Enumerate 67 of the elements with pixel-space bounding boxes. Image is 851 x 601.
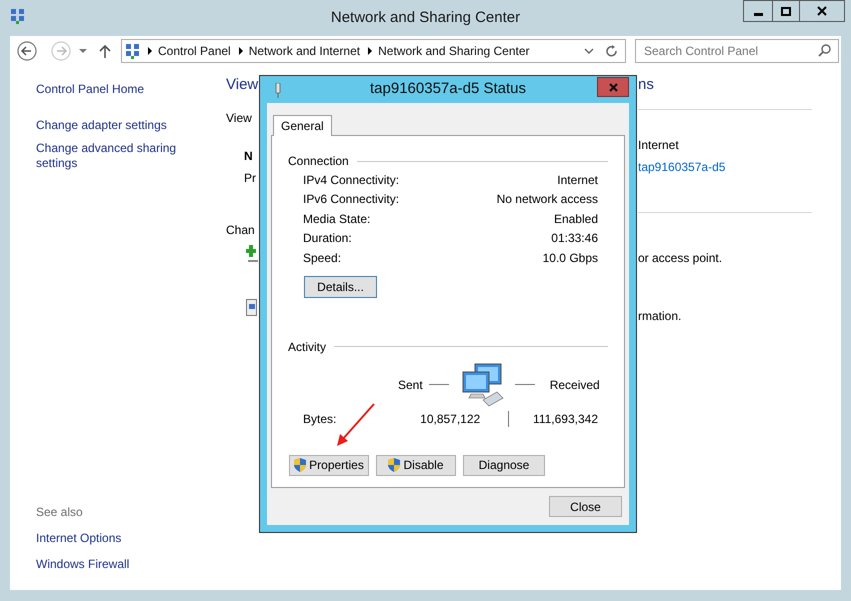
- chevron-icon: [368, 47, 372, 55]
- close-icon: [608, 82, 618, 92]
- page-heading: View: [226, 75, 258, 95]
- network-icon[interactable]: [246, 298, 258, 316]
- section-label: View: [226, 110, 252, 126]
- field-label: IPv4 Connectivity:: [303, 172, 400, 189]
- network-name: N: [244, 148, 253, 164]
- up-icon[interactable]: [99, 44, 111, 58]
- sidebar-link[interactable]: Change adapter settings: [36, 118, 196, 133]
- field-label: IPv6 Connectivity:: [303, 191, 400, 208]
- sidebar-link[interactable]: Windows Firewall: [36, 555, 130, 573]
- chevron-icon: [148, 47, 152, 55]
- see-also-label: See also: [36, 504, 84, 521]
- maximize-icon: [781, 6, 791, 16]
- field-value: Internet: [557, 172, 598, 189]
- breadcrumb-item[interactable]: Network and Sharing Center: [378, 42, 530, 60]
- dropdown-icon[interactable]: [584, 48, 594, 54]
- description-text: or access point.: [638, 250, 722, 266]
- field-label: Duration:: [303, 230, 352, 248]
- action-button[interactable]: Diagnose: [463, 454, 545, 476]
- breadcrumb-item[interactable]: Network and Internet: [248, 42, 360, 60]
- field-value: No network access: [496, 191, 598, 208]
- annotation-arrow: [337, 403, 377, 447]
- sidebar-link[interactable]: Control Panel Home: [36, 82, 196, 97]
- dialog-title: tap9160357a-d5 Status: [370, 79, 526, 100]
- action-button[interactable]: Disable: [376, 454, 456, 476]
- search-icon: [818, 44, 831, 57]
- field-label: Bytes:: [303, 410, 336, 428]
- received-label: Received: [550, 376, 600, 394]
- plug-icon: [274, 83, 282, 98]
- sent-bytes: 10,857,122: [419, 410, 480, 428]
- field-value: Enabled: [554, 210, 598, 228]
- sent-label: Sent: [398, 376, 423, 394]
- network-icon: [125, 43, 140, 59]
- field-value: 01:33:46: [551, 230, 598, 248]
- window-title: Network and Sharing Center: [330, 8, 520, 28]
- group-label: Connection: [288, 153, 349, 170]
- network-icon: [10, 8, 25, 24]
- close-button[interactable]: [800, 0, 845, 22]
- chevron-icon: [238, 47, 243, 55]
- section-label: Chan: [226, 222, 255, 238]
- dropdown-icon[interactable]: [79, 49, 87, 53]
- close-icon: [817, 6, 827, 16]
- minimize-icon: [754, 12, 762, 16]
- action-button[interactable]: Properties: [289, 454, 369, 476]
- page-heading: ns: [638, 75, 654, 95]
- address-bar[interactable]: Control Panel Network and Internet Network and Sharing Center: [121, 39, 626, 63]
- field-value: 10.0 Gbps: [542, 250, 598, 267]
- network-type: Pr: [244, 170, 256, 186]
- search-field[interactable]: Search Control Panel: [635, 39, 839, 63]
- access-type: Internet: [638, 136, 679, 154]
- field-label: Media State:: [303, 210, 370, 228]
- sidebar-link[interactable]: Change advanced sharing settings: [36, 141, 196, 171]
- breadcrumb-item[interactable]: Control Panel: [158, 42, 231, 60]
- tab[interactable]: General: [273, 115, 332, 136]
- connection-link[interactable]: tap9160357a-d5: [638, 158, 726, 176]
- received-bytes: 111,693,342: [533, 410, 598, 428]
- back-icon[interactable]: [17, 41, 37, 61]
- maximize-button[interactable]: [773, 0, 800, 22]
- field-label: Speed:: [303, 250, 342, 267]
- description-text: rmation.: [638, 308, 682, 324]
- group-label: Activity: [288, 338, 326, 356]
- minimize-button[interactable]: [743, 0, 773, 22]
- sidebar-link[interactable]: Internet Options: [36, 529, 122, 547]
- close-dialog-button[interactable]: Close: [549, 496, 622, 517]
- refresh-icon[interactable]: [606, 45, 618, 57]
- details-button[interactable]: Details...: [304, 276, 377, 298]
